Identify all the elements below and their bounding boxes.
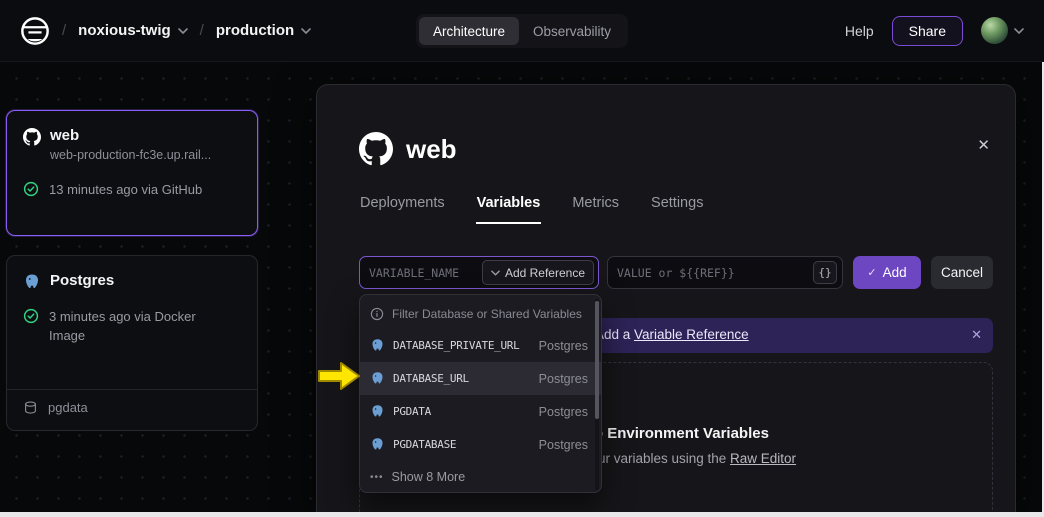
- variable-name-field: Add Reference: [359, 256, 599, 289]
- success-check-icon: [23, 308, 39, 324]
- chevron-down-icon: [178, 28, 188, 34]
- volume-name: pgdata: [48, 400, 88, 415]
- add-button-label: Add: [883, 265, 907, 280]
- project-name: noxious-twig: [78, 22, 171, 39]
- info-icon: [370, 307, 384, 321]
- scrollbar[interactable]: [595, 299, 599, 490]
- variable-source: Postgres: [539, 405, 588, 419]
- dropdown-item-database-private-url[interactable]: DATABASE_PRIVATE_URL Postgres: [360, 329, 601, 362]
- project-canvas: web web-production-fc3e.up.rail... 13 mi…: [0, 62, 1044, 517]
- divider: [7, 389, 257, 390]
- railway-app-window: / noxious-twig / production Architecture…: [0, 0, 1044, 517]
- braces-icon[interactable]: {}: [813, 261, 837, 284]
- variable-name: DATABASE_PRIVATE_URL: [393, 339, 531, 352]
- close-icon: ✕: [971, 327, 982, 342]
- add-reference-button[interactable]: Add Reference: [482, 260, 594, 285]
- banner-text: Add a Variable Reference: [595, 327, 749, 342]
- scrollbar-thumb[interactable]: [595, 301, 599, 419]
- window-edge-bottom: [0, 512, 1044, 517]
- postgres-icon: [370, 338, 385, 353]
- panel-close-button[interactable]: ✕: [977, 138, 990, 154]
- volume-row[interactable]: pgdata: [23, 400, 88, 415]
- breadcrumb: / noxious-twig / production: [20, 16, 311, 46]
- variable-source: Postgres: [539, 438, 588, 452]
- variable-name: PGDATA: [393, 405, 531, 418]
- navbar-actions: Help Share: [845, 16, 1024, 46]
- panel-header: web ✕: [359, 130, 991, 168]
- variable-source: Postgres: [539, 339, 588, 353]
- chevron-down-icon: [491, 270, 500, 276]
- volume-icon: [23, 400, 38, 415]
- panel-title: web: [406, 134, 457, 165]
- raw-editor-link[interactable]: Raw Editor: [730, 451, 796, 466]
- deploy-status-text: 13 minutes ago via GitHub: [49, 180, 202, 199]
- tab-variables[interactable]: Variables: [476, 195, 542, 224]
- banner-close-button[interactable]: ✕: [971, 327, 982, 343]
- service-name: web: [50, 127, 211, 145]
- chevron-down-icon: [301, 28, 311, 34]
- filter-variables-option[interactable]: Filter Database or Shared Variables: [360, 298, 601, 329]
- check-icon: ✓: [867, 266, 876, 279]
- github-icon: [23, 128, 41, 146]
- breadcrumb-environment[interactable]: production: [216, 22, 311, 39]
- filter-variables-label: Filter Database or Shared Variables: [392, 307, 582, 321]
- service-domain: web-production-fc3e.up.rail...: [50, 148, 211, 162]
- service-card-postgres[interactable]: Postgres 3 minutes ago via Docker Image …: [6, 255, 258, 431]
- close-icon: ✕: [977, 137, 990, 154]
- cancel-button[interactable]: Cancel: [931, 256, 993, 289]
- dropdown-item-database-url[interactable]: DATABASE_URL Postgres: [360, 362, 601, 395]
- variable-value-input[interactable]: [608, 266, 813, 280]
- tab-metrics[interactable]: Metrics: [571, 195, 620, 224]
- postgres-icon: [370, 404, 385, 419]
- postgres-icon: [370, 371, 385, 386]
- service-card-web[interactable]: web web-production-fc3e.up.rail... 13 mi…: [6, 110, 258, 236]
- success-check-icon: [23, 181, 39, 197]
- postgres-icon: [23, 273, 41, 291]
- breadcrumb-separator: /: [62, 22, 66, 39]
- share-button[interactable]: Share: [892, 16, 963, 46]
- variable-source: Postgres: [539, 372, 588, 386]
- railway-logo[interactable]: [20, 16, 50, 46]
- variable-suggestions-dropdown: Filter Database or Shared Variables DATA…: [359, 294, 602, 493]
- show-more-option[interactable]: ••• Show 8 More: [360, 461, 601, 493]
- railway-logo-icon: [20, 16, 50, 46]
- service-detail-panel: web ✕ Deployments Variables Metrics Sett…: [316, 84, 1016, 517]
- variable-name-input[interactable]: [360, 266, 482, 280]
- deploy-status-text: 3 minutes ago via Docker Image: [49, 307, 214, 345]
- variable-name: PGDATABASE: [393, 438, 531, 451]
- new-variable-form: Add Reference {} ✓ Add Cancel: [359, 256, 993, 289]
- variable-value-field: {}: [607, 256, 843, 289]
- add-button[interactable]: ✓ Add: [853, 256, 921, 289]
- help-button[interactable]: Help: [845, 23, 874, 39]
- ellipsis-icon: •••: [370, 472, 384, 483]
- service-name: Postgres: [50, 272, 114, 290]
- deploy-status: 13 minutes ago via GitHub: [23, 180, 241, 199]
- environment-name: production: [216, 22, 294, 39]
- avatar[interactable]: [981, 17, 1008, 44]
- breadcrumb-project[interactable]: noxious-twig: [78, 22, 188, 39]
- tab-settings[interactable]: Settings: [650, 195, 704, 224]
- breadcrumb-separator: /: [200, 22, 204, 39]
- tab-architecture[interactable]: Architecture: [419, 17, 519, 45]
- dropdown-item-pgdata[interactable]: PGDATA Postgres: [360, 395, 601, 428]
- tab-observability[interactable]: Observability: [519, 17, 625, 45]
- show-more-label: Show 8 More: [392, 470, 466, 484]
- annotation-arrow-icon: [316, 360, 362, 392]
- tab-deployments[interactable]: Deployments: [359, 195, 446, 224]
- variable-name: DATABASE_URL: [393, 372, 531, 385]
- dropdown-item-pgdatabase[interactable]: PGDATABASE Postgres: [360, 428, 601, 461]
- chevron-down-icon: [1014, 28, 1024, 34]
- deploy-status: 3 minutes ago via Docker Image: [23, 307, 241, 345]
- panel-tabs: Deployments Variables Metrics Settings: [359, 195, 704, 224]
- account-menu[interactable]: [981, 17, 1024, 44]
- view-switcher: Architecture Observability: [416, 14, 628, 48]
- postgres-icon: [370, 437, 385, 452]
- top-navbar: / noxious-twig / production Architecture…: [0, 0, 1044, 62]
- variable-reference-link[interactable]: Variable Reference: [634, 327, 749, 342]
- github-icon: [359, 132, 393, 166]
- add-reference-label: Add Reference: [505, 266, 585, 280]
